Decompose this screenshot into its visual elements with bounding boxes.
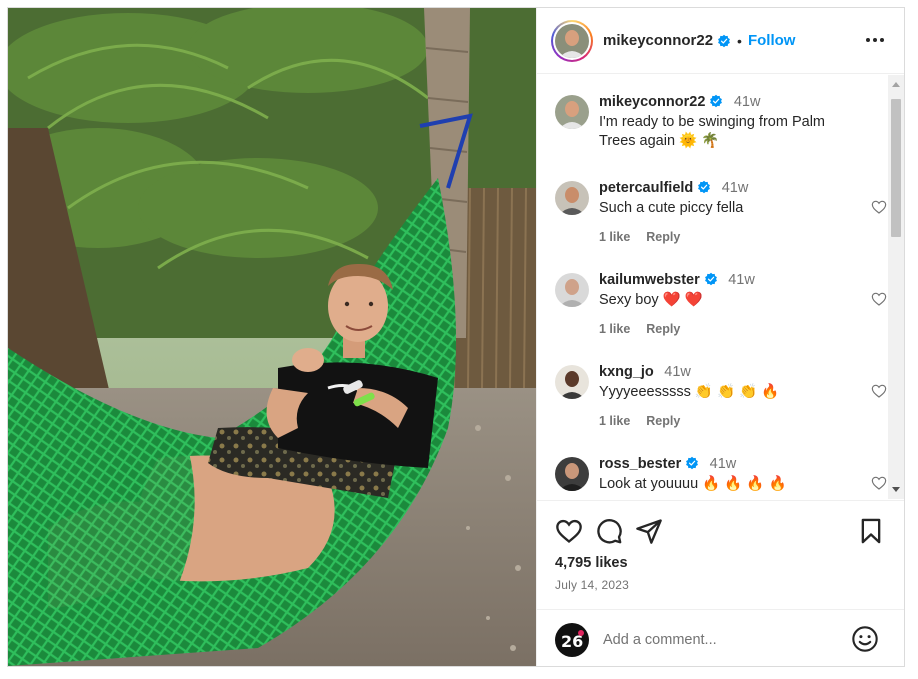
- author-avatar-image: [555, 23, 589, 58]
- separator-dot: •: [737, 32, 742, 49]
- commenter-avatar[interactable]: [555, 457, 589, 491]
- heart-icon[interactable]: [555, 517, 583, 545]
- like-count[interactable]: 4,795 likes: [555, 555, 628, 571]
- comment-username[interactable]: kxng_jo: [599, 364, 654, 380]
- comment-text: Such a cute piccy fella: [599, 200, 744, 216]
- emoji-icon[interactable]: [851, 625, 879, 653]
- comment-likes[interactable]: 1 like: [599, 322, 630, 336]
- post-header: mikeyconnor22 • Follow: [537, 8, 904, 74]
- scroll-up-arrow-icon[interactable]: [892, 82, 900, 87]
- post-sidebar: mikeyconnor22 • Follow mikeyconnor22 41w: [536, 8, 904, 666]
- post-actions: 4,795 likes July 14, 2023 26: [537, 500, 904, 666]
- comment-time[interactable]: 41w: [722, 180, 749, 196]
- caption-time[interactable]: 41w: [734, 94, 761, 110]
- comment-text: Yyyyeeesssss 👏 👏 👏 🔥: [599, 384, 780, 400]
- comment-time[interactable]: 41w: [664, 364, 691, 380]
- add-comment-input[interactable]: [603, 629, 833, 651]
- author-username[interactable]: mikeyconnor22: [603, 32, 713, 49]
- comment-icon[interactable]: [595, 517, 623, 545]
- comments-list[interactable]: mikeyconnor22 41w I'm ready to be swingi…: [537, 75, 889, 499]
- comment-like-heart-icon[interactable]: [871, 383, 887, 399]
- reply-button[interactable]: Reply: [646, 322, 680, 336]
- action-icons-row: [551, 517, 891, 545]
- reply-button[interactable]: Reply: [646, 414, 680, 428]
- comment-time[interactable]: 41w: [710, 456, 737, 472]
- verified-badge-icon: [698, 180, 711, 194]
- comment-text: Look at youuuu 🔥 🔥 🔥 🔥: [599, 476, 787, 492]
- post-date[interactable]: July 14, 2023: [555, 578, 629, 592]
- comment-time[interactable]: 41w: [728, 272, 755, 288]
- comments-scrollbar[interactable]: [888, 75, 904, 499]
- current-user-avatar: 26: [555, 623, 589, 657]
- comment-username[interactable]: petercaulfield: [599, 180, 693, 196]
- caption-avatar[interactable]: [555, 95, 589, 129]
- verified-badge-icon: [710, 94, 723, 108]
- bookmark-icon[interactable]: [857, 517, 885, 545]
- post-container: mikeyconnor22 • Follow mikeyconnor22 41w: [7, 7, 905, 667]
- follow-button[interactable]: Follow: [748, 32, 796, 49]
- comment-text: Sexy boy ❤️ ❤️: [599, 292, 703, 308]
- more-options-icon[interactable]: [865, 30, 885, 50]
- comment-like-heart-icon[interactable]: [871, 475, 887, 491]
- verified-badge-icon: [704, 272, 717, 286]
- reply-button[interactable]: Reply: [646, 230, 680, 244]
- comment-username[interactable]: kailumwebster: [599, 272, 700, 288]
- comment-like-heart-icon[interactable]: [871, 291, 887, 307]
- comment-like-heart-icon[interactable]: [871, 199, 887, 215]
- photo-man-in-hammock: [8, 8, 536, 666]
- author-avatar[interactable]: [551, 19, 593, 62]
- post-photo[interactable]: [8, 8, 536, 666]
- commenter-avatar[interactable]: [555, 181, 589, 215]
- comment-likes[interactable]: 1 like: [599, 414, 630, 428]
- caption-username[interactable]: mikeyconnor22: [599, 94, 705, 110]
- scroll-down-arrow-icon[interactable]: [892, 487, 900, 492]
- add-comment-bar: 26: [537, 609, 904, 666]
- share-icon[interactable]: [635, 517, 663, 545]
- verified-badge-icon: [686, 456, 699, 470]
- caption-text: I'm ready to be swinging from Palm Trees…: [599, 114, 825, 149]
- comment-likes[interactable]: 1 like: [599, 230, 630, 244]
- commenter-avatar[interactable]: [555, 273, 589, 307]
- commenter-avatar[interactable]: [555, 365, 589, 399]
- verified-badge-icon: [718, 34, 730, 47]
- scrollbar-thumb[interactable]: [891, 99, 901, 237]
- comment-username[interactable]: ross_bester: [599, 456, 681, 472]
